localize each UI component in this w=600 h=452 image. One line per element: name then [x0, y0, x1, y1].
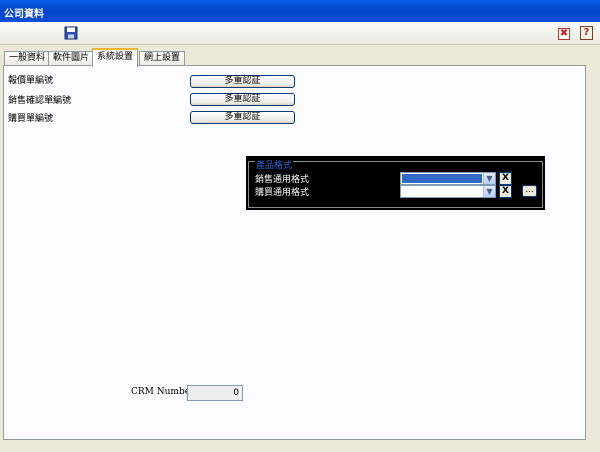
- clear-sales-format-button[interactable]: X: [499, 172, 512, 185]
- system-settings-panel: 報價單編號 多重認証 銷售確認單編號 多重認証 購買單編號 多重認証 產品格式 …: [3, 65, 586, 440]
- save-icon[interactable]: [64, 26, 78, 40]
- product-format-legend: 產品格式: [255, 161, 294, 171]
- chevron-down-icon[interactable]: ▼: [483, 186, 495, 197]
- clear-purchase-format-button[interactable]: X: [499, 185, 512, 198]
- sales-format-value: [402, 174, 482, 183]
- tab-strip: 一般資料 軟件圖片 系統設置 網上設置: [0, 47, 600, 67]
- window-title: 公司資料: [4, 9, 44, 20]
- window-titlebar: 公司資料: [0, 0, 600, 22]
- quotation-number-label: 報價單編號: [8, 76, 54, 86]
- product-format-groupbox: 產品格式 銷售通用格式 購買通用格式 ▼ ▼ X X ...: [246, 156, 545, 210]
- purchase-order-number-label: 購買單編號: [8, 114, 54, 124]
- sales-format-select[interactable]: ▼: [400, 172, 496, 185]
- tab-online-settings[interactable]: 網上設置: [139, 51, 186, 66]
- sales-confirmation-number-label: 銷售確認單編號: [8, 96, 72, 106]
- tab-system-settings[interactable]: 系統設置: [92, 48, 139, 67]
- tab-images[interactable]: 軟件圖片: [48, 51, 95, 66]
- help-icon[interactable]: ?: [580, 26, 593, 40]
- purchase-order-multi-auth-button[interactable]: 多重認証: [190, 111, 295, 124]
- product-format-frame: 產品格式 銷售通用格式 購買通用格式 ▼ ▼ X X ...: [248, 161, 543, 208]
- tab-general[interactable]: 一般資料: [4, 51, 51, 66]
- purchase-format-select[interactable]: ▼: [400, 185, 496, 198]
- purchase-format-label: 購買通用格式: [255, 188, 310, 198]
- toolbar: ✖ ?: [0, 22, 600, 45]
- crm-number-field[interactable]: 0: [187, 385, 243, 401]
- quotation-multi-auth-button[interactable]: 多重認証: [190, 75, 295, 88]
- sales-format-label: 銷售通用格式: [255, 175, 310, 185]
- sales-confirmation-multi-auth-button[interactable]: 多重認証: [190, 93, 295, 106]
- close-icon[interactable]: ✖: [558, 28, 570, 40]
- chevron-down-icon[interactable]: ▼: [483, 173, 495, 184]
- browse-format-button[interactable]: ...: [522, 185, 537, 197]
